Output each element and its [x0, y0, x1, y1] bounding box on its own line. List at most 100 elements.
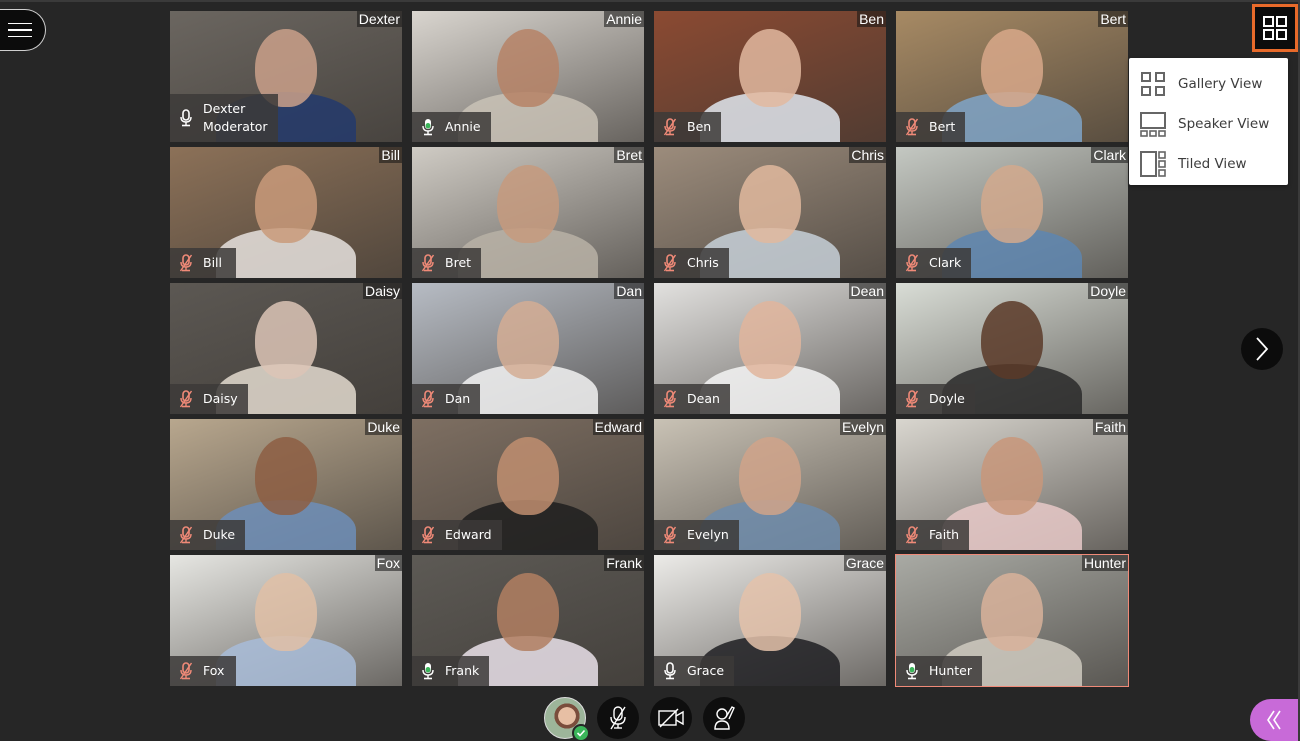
participant-name-label: Evelyn: [654, 520, 739, 550]
hamburger-line: [7, 35, 32, 38]
participant-name-text: Dexter Moderator: [203, 100, 268, 136]
microphone-muted-icon: [421, 254, 435, 272]
video-feed-person-face: [497, 29, 559, 108]
participant-tile[interactable]: Annie Annie: [412, 11, 644, 142]
participant-tile[interactable]: Duke Duke: [170, 419, 402, 550]
speaker-view-icon: [1140, 112, 1166, 137]
session-controls: [544, 697, 745, 741]
participant-video-name: Bill: [379, 147, 402, 163]
participant-name-label: Bert: [896, 112, 966, 142]
participant-name-text: Evelyn: [687, 526, 729, 544]
menu-item-gallery-view[interactable]: Gallery View: [1129, 64, 1288, 104]
video-feed-person-face: [981, 437, 1043, 516]
microphone-muted-icon: [663, 526, 677, 544]
microphone-talking-icon: [421, 662, 435, 680]
participant-name-label: Hunter: [896, 656, 982, 686]
participant-tile[interactable]: Fox Fox: [170, 555, 402, 686]
participant-tile[interactable]: Frank Frank: [412, 555, 644, 686]
participant-name-label: Faith: [896, 520, 969, 550]
participant-name-text: Bert: [929, 118, 955, 136]
participant-tile[interactable]: Bret Bret: [412, 147, 644, 278]
participant-tile[interactable]: Daisy Daisy: [170, 283, 402, 414]
participant-name: Daisy: [203, 391, 238, 406]
participant-name-label: Dean: [654, 384, 730, 414]
camera-off-icon: [658, 708, 684, 728]
raise-hand-icon: [714, 706, 735, 730]
participant-name-label: Chris: [654, 248, 729, 278]
participant-name-text: Faith: [929, 526, 959, 544]
participant-video-name: Dean: [848, 283, 886, 299]
participant-tile[interactable]: Faith Faith: [896, 419, 1128, 550]
video-feed-person-face: [255, 301, 317, 380]
participant-name: Dan: [445, 391, 471, 406]
microphone-muted-icon: [663, 254, 677, 272]
collaborate-panel-toggle[interactable]: [1250, 699, 1298, 741]
participant-name-text: Dan: [445, 390, 470, 408]
participant-name: Clark: [929, 255, 962, 270]
participant-video-name: Fox: [374, 555, 402, 571]
microphone-muted-icon: [905, 526, 919, 544]
participant-tile[interactable]: Grace Grace: [654, 555, 886, 686]
menu-item-tiled-view[interactable]: Tiled View: [1129, 144, 1288, 184]
participant-role: Moderator: [203, 119, 268, 134]
microphone-muted-icon: [663, 390, 677, 408]
participant-tile[interactable]: Dexter Dexter Moderator: [170, 11, 402, 142]
chevron-right-icon: [1256, 337, 1269, 361]
video-feed-person-face: [739, 573, 801, 652]
menu-item-label: Speaker View: [1178, 116, 1270, 132]
participant-tile[interactable]: Ben Ben: [654, 11, 886, 142]
main-menu-button[interactable]: [0, 9, 46, 51]
participant-name: Bret: [445, 255, 472, 270]
microphone-talking-icon: [905, 662, 919, 680]
participant-name-label: Edward: [412, 520, 502, 550]
participant-tile[interactable]: Bert Bert: [896, 11, 1128, 142]
participant-name-label: Bill: [170, 248, 236, 278]
participant-video-name: Edward: [592, 419, 644, 435]
participant-name: Grace: [687, 663, 725, 678]
participant-tile[interactable]: Bill Bill: [170, 147, 402, 278]
layout-view-button[interactable]: [1252, 4, 1298, 52]
microphone-muted-icon: [421, 390, 435, 408]
participant-name: Faith: [929, 527, 959, 542]
microphone-muted-icon: [179, 662, 193, 680]
menu-item-speaker-view[interactable]: Speaker View: [1129, 104, 1288, 144]
raise-hand-button[interactable]: [703, 697, 745, 739]
microphone-muted-icon: [905, 118, 919, 136]
video-feed-person-face: [255, 437, 317, 516]
microphone-muted-icon: [421, 526, 435, 544]
video-feed-person-face: [981, 29, 1043, 108]
participant-video-name: Ben: [857, 11, 886, 27]
microphone-icon: [179, 109, 193, 127]
participant-name: Ben: [687, 119, 712, 134]
status-present-icon: [572, 724, 590, 741]
microphone-muted-icon: [179, 526, 193, 544]
participant-video-name: Grace: [843, 555, 886, 571]
participant-name-text: Frank: [445, 662, 479, 680]
participant-tile[interactable]: Edward Edward: [412, 419, 644, 550]
participant-video-name: Frank: [604, 555, 644, 571]
participant-tile[interactable]: Chris Chris: [654, 147, 886, 278]
microphone-muted-icon: [905, 254, 919, 272]
participant-grid: Dexter Dexter Moderator Annie Annie Ben Ben Ber…: [170, 11, 1129, 687]
participant-tile[interactable]: Hunter Hunter: [895, 554, 1129, 687]
video-feed-person-face: [497, 573, 559, 652]
camera-toggle-button[interactable]: [650, 697, 692, 739]
participant-tile[interactable]: Dean Dean: [654, 283, 886, 414]
participant-name-label: Fox: [170, 656, 236, 686]
participant-tile[interactable]: Clark Clark: [896, 147, 1128, 278]
microphone-toggle-button[interactable]: [597, 697, 639, 739]
next-page-button[interactable]: [1241, 328, 1283, 370]
participant-name: Frank: [445, 663, 480, 678]
participant-tile[interactable]: Evelyn Evelyn: [654, 419, 886, 550]
participant-name: Chris: [687, 255, 719, 270]
my-status-avatar[interactable]: [544, 697, 590, 741]
participant-tile[interactable]: Dan Dan: [412, 283, 644, 414]
participant-tile[interactable]: Doyle Doyle: [896, 283, 1128, 414]
participant-video-name: Doyle: [1088, 283, 1128, 299]
layout-view-menu: Gallery View Speaker View Tiled View: [1129, 58, 1288, 185]
microphone-talking-icon: [421, 118, 435, 136]
participant-name-label: Duke: [170, 520, 246, 550]
menu-item-label: Gallery View: [1178, 76, 1263, 92]
participant-name-label: Clark: [896, 248, 972, 278]
participant-name-label: Daisy: [170, 384, 248, 414]
